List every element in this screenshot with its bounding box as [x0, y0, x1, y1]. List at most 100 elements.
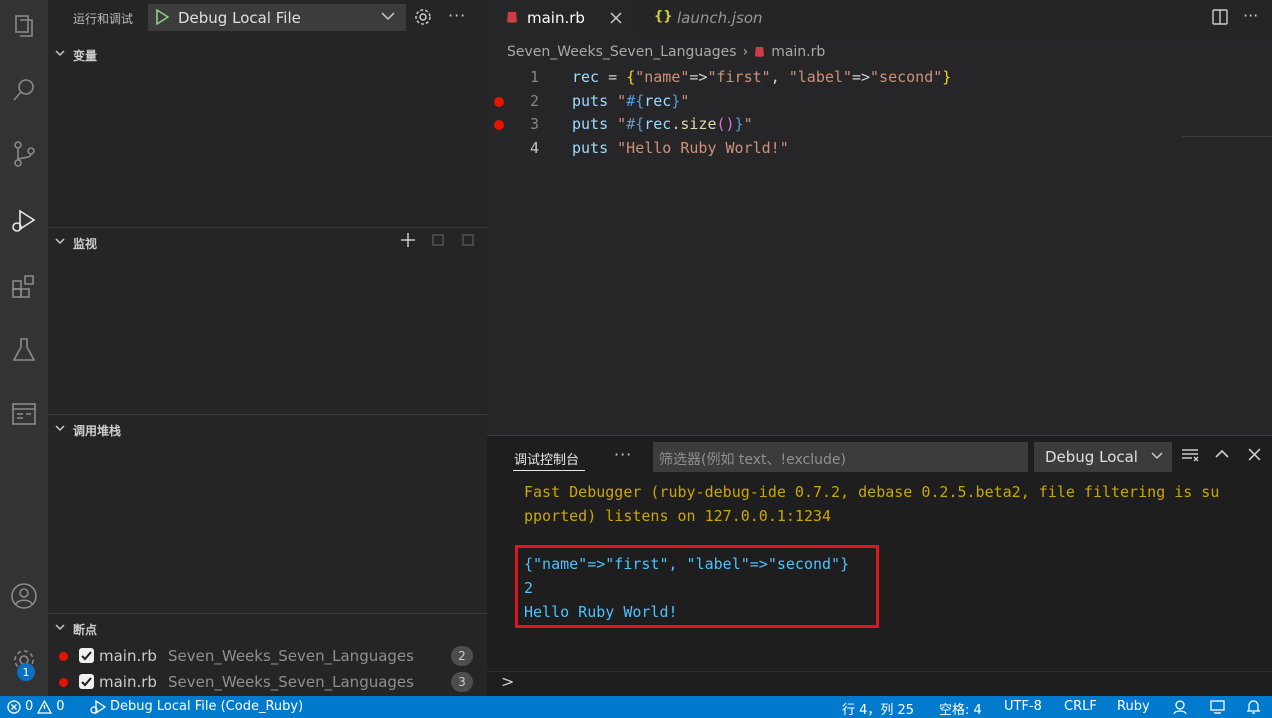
breadcrumb-file[interactable]: main.rb	[771, 44, 825, 60]
variables-section-header[interactable]: 变量	[48, 43, 487, 65]
tab-label: launch.json	[677, 9, 763, 27]
debug-icon	[90, 699, 106, 714]
line-number: 2	[529, 91, 539, 110]
divider	[487, 671, 1272, 672]
refresh-icon[interactable]	[431, 233, 445, 247]
open-launch-gear-icon[interactable]	[414, 8, 432, 26]
indentation[interactable]: 空格: 4	[939, 699, 982, 718]
breakpoint-row[interactable]: main.rb Seven_Weeks_Seven_Languages 3	[48, 670, 487, 694]
debug-console-panel: 调试控制台 ··· 筛选器(例如 text、!exclude) Debug Lo…	[487, 435, 1272, 696]
tab-debug-console[interactable]: 调试控制台	[514, 449, 579, 468]
breadcrumb-folder[interactable]: Seven_Weeks_Seven_Languages	[507, 44, 737, 60]
remote-icon[interactable]	[1209, 699, 1226, 715]
breakpoints-section-header[interactable]: 断点	[48, 617, 487, 639]
line-ending[interactable]: CRLF	[1064, 699, 1097, 714]
cursor-position[interactable]: 行 4，列 25	[842, 699, 914, 718]
encoding[interactable]: UTF-8	[1004, 699, 1042, 714]
watch-actions	[398, 231, 483, 251]
variables-label: 变量	[73, 49, 98, 63]
breakpoint-gutter-icon[interactable]	[494, 120, 504, 130]
code-line: 2 puts "#{rec}"	[487, 90, 1272, 114]
split-editor-icon[interactable]	[1211, 8, 1229, 26]
debug-status[interactable]: Debug Local File (Code_Ruby)	[90, 699, 303, 714]
divider	[48, 613, 487, 614]
breakpoint-checkbox[interactable]	[79, 674, 94, 689]
breakpoint-checkbox[interactable]	[79, 648, 94, 663]
chevron-down-icon	[381, 12, 395, 21]
breakpoint-path: Seven_Weeks_Seven_Languages	[168, 673, 414, 691]
chevron-down-icon	[55, 238, 65, 245]
more-actions-icon[interactable]: ···	[614, 445, 632, 464]
remote-explorer-icon[interactable]	[0, 390, 48, 438]
chevron-down-icon	[1151, 452, 1163, 460]
editor-area: main.rb {} launch.json ··· Seven_Weeks_S…	[487, 0, 1272, 435]
vscode-window: 1 运行和调试 Debug Local File ··· 变量 监视 调用堆栈	[0, 0, 1272, 718]
breakpoint-file: main.rb	[99, 673, 157, 691]
breakpoint-dot-icon	[59, 652, 68, 661]
account-icon[interactable]	[0, 572, 48, 620]
divider	[48, 227, 487, 228]
testing-icon[interactable]	[0, 326, 48, 374]
callstack-section-header[interactable]: 调用堆栈	[48, 418, 487, 440]
source-control-icon[interactable]	[0, 130, 48, 178]
editor-tabbar: main.rb {} launch.json ···	[487, 0, 1272, 36]
tab-label: main.rb	[527, 9, 585, 27]
chevron-down-icon	[55, 624, 65, 631]
breakpoint-path: Seven_Weeks_Seven_Languages	[168, 647, 414, 665]
run-debug-icon[interactable]	[0, 196, 48, 244]
code-line: 1 rec = {"name"=>"first", "label"=>"seco…	[487, 66, 1272, 90]
chevron-down-icon	[55, 425, 65, 432]
debug-session-select[interactable]: Debug Local	[1034, 442, 1172, 472]
active-tab-indicator	[513, 470, 585, 471]
chevron-up-icon[interactable]	[1215, 448, 1229, 460]
console-prompt[interactable]: >	[501, 672, 514, 691]
add-expression-icon[interactable]	[399, 231, 417, 249]
callstack-label: 调用堆栈	[73, 424, 122, 438]
console-line: pported) listens on 127.0.0.1:1234	[524, 507, 832, 525]
close-icon[interactable]	[610, 12, 622, 24]
breakpoint-gutter-icon[interactable]	[494, 96, 504, 107]
ruby-file-icon	[507, 12, 517, 23]
code-line: 4 puts "Hello Ruby World!"	[487, 137, 1272, 161]
sidebar-title: 运行和调试	[73, 12, 134, 26]
more-actions-icon[interactable]: ···	[1243, 6, 1258, 25]
debug-config-label: Debug Local File	[178, 9, 301, 27]
extensions-icon[interactable]	[0, 262, 48, 310]
tab-launch-json[interactable]: {} launch.json	[637, 0, 787, 36]
notification-badge: 1	[17, 663, 35, 681]
code-line: 3 puts "#{rec.size()}"	[487, 113, 1272, 137]
breakpoint-file: main.rb	[99, 647, 157, 665]
more-actions-icon[interactable]: ···	[448, 6, 466, 25]
minimap-divider	[1182, 136, 1272, 137]
chevron-down-icon	[55, 50, 65, 57]
search-icon[interactable]	[0, 66, 48, 114]
code-editor[interactable]: 1 rec = {"name"=>"first", "label"=>"seco…	[487, 66, 1272, 160]
debug-config-select[interactable]: Debug Local File	[148, 4, 406, 31]
debug-session-label: Debug Local	[1045, 448, 1138, 466]
warning-icon	[37, 699, 53, 714]
breakpoint-row[interactable]: main.rb Seven_Weeks_Seven_Languages 2	[48, 644, 487, 668]
filter-input[interactable]: 筛选器(例如 text、!exclude)	[653, 442, 1028, 472]
breakpoints-label: 断点	[73, 623, 98, 637]
close-icon[interactable]	[1248, 448, 1261, 461]
problems-status[interactable]: 0 0	[7, 699, 65, 714]
explorer-icon[interactable]	[0, 2, 48, 50]
activity-bar: 1	[0, 0, 48, 696]
tab-main-rb[interactable]: main.rb	[487, 0, 637, 36]
status-bar: 0 0 Debug Local File (Code_Ruby) 行 4，列 2…	[0, 696, 1272, 718]
line-number: 4	[529, 138, 539, 157]
json-file-icon: {}	[654, 9, 673, 24]
clear-console-icon[interactable]	[1181, 448, 1199, 462]
line-number: 1	[529, 68, 539, 86]
start-debug-icon[interactable]	[155, 9, 169, 25]
breakpoint-line-badge: 2	[451, 646, 473, 666]
language-mode[interactable]: Ruby	[1117, 699, 1150, 714]
breakpoint-line-badge: 3	[451, 672, 473, 692]
ruby-file-icon	[755, 46, 765, 58]
feedback-icon[interactable]	[1172, 699, 1189, 715]
breadcrumb: Seven_Weeks_Seven_Languages › main.rb	[507, 44, 825, 60]
bell-icon[interactable]	[1246, 699, 1261, 715]
collapse-all-icon[interactable]	[461, 233, 475, 247]
error-icon	[7, 699, 21, 714]
output-highlight-box	[515, 545, 879, 628]
